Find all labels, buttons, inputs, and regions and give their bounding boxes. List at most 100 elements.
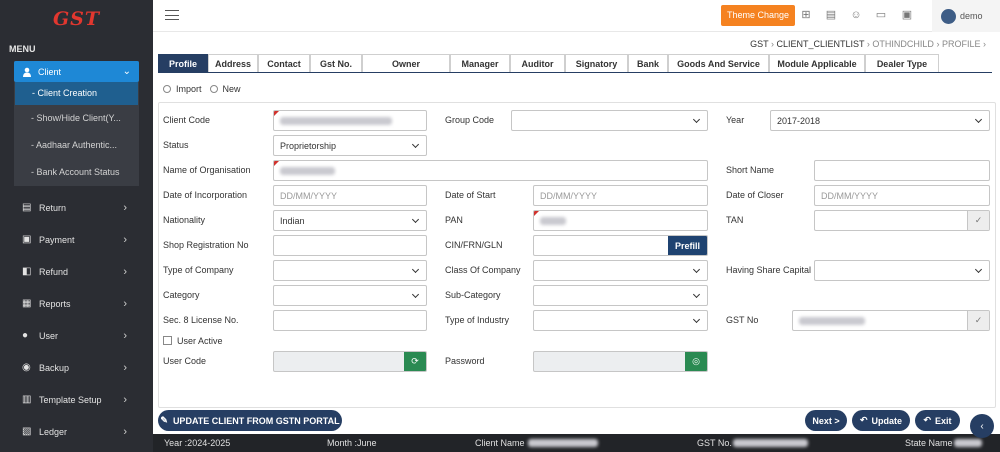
footer-year: Year :2024-2025 <box>164 438 231 448</box>
new-label: New <box>222 84 241 94</box>
client-code-field[interactable] <box>273 110 427 131</box>
sec8-license-field[interactable] <box>273 310 427 331</box>
tab-owner[interactable]: Owner <box>362 54 450 73</box>
company-class-select[interactable] <box>533 260 708 281</box>
incorporation-date-field[interactable]: DD/MM/YYYY <box>273 185 427 206</box>
shop-registration-field[interactable] <box>273 235 427 256</box>
user-name: demo <box>960 11 983 21</box>
tab-manager[interactable]: Manager <box>450 54 510 73</box>
sidebar-item-backup[interactable]: ◉ Backup › <box>0 352 153 384</box>
nationality-select[interactable]: Indian <box>273 210 427 231</box>
industry-type-label: Type of Industry <box>445 315 510 325</box>
breadcrumb-item[interactable]: GST <box>750 39 768 49</box>
pencil-icon: ✎ <box>160 415 168 425</box>
tab-auditor[interactable]: Auditor <box>510 54 565 73</box>
sidebar-subitem-aadhaar-authentication[interactable]: - Aadhaar Authentic... <box>14 132 139 159</box>
gst-no-field[interactable]: ✓ <box>792 310 990 331</box>
update-from-gstn-button[interactable]: ✎ UPDATE CLIENT FROM GSTN PORTAL <box>158 410 342 431</box>
menu-heading: MENU <box>9 44 36 54</box>
check-icon[interactable]: ✓ <box>967 311 989 330</box>
sidebar-item-return[interactable]: ▤ Return › <box>0 192 153 224</box>
sidebar-item-label: Refund <box>39 267 69 277</box>
user-code-field[interactable]: ⟳ <box>273 351 427 372</box>
sidebar-subitem-bank-account-status[interactable]: - Bank Account Status <box>14 159 139 186</box>
tab-dealer-type[interactable]: Dealer Type <box>865 54 939 73</box>
chevron-right-icon: › <box>123 266 127 278</box>
document-icon: ▤ <box>22 202 32 213</box>
sidebar-item-ledger[interactable]: ▧ Ledger › <box>0 416 153 448</box>
sidebar-item-template-setup[interactable]: ▥ Template Setup › <box>0 384 153 416</box>
gst-logo[interactable]: GST <box>0 0 153 38</box>
sidebar-item-user[interactable]: ● User › <box>0 320 153 352</box>
tab-bank[interactable]: Bank <box>628 54 668 73</box>
sidebar-item-reports[interactable]: ▦ Reports › <box>0 288 153 320</box>
short-name-field[interactable] <box>814 160 990 181</box>
chat-icon[interactable]: ▭ <box>875 9 887 21</box>
group-code-select[interactable] <box>511 110 708 131</box>
exit-button[interactable]: ↶ Exit <box>915 410 960 431</box>
tab-gst-no[interactable]: Gst No. <box>310 54 362 73</box>
year-select[interactable]: 2017-2018 <box>770 110 990 131</box>
category-select[interactable] <box>273 285 427 306</box>
start-date-field[interactable]: DD/MM/YYYY <box>533 185 708 206</box>
update-button[interactable]: ↶ Update <box>852 410 910 431</box>
collapse-button[interactable]: ‹ <box>970 414 994 438</box>
sidebar-item-refund[interactable]: ◧ Refund › <box>0 256 153 288</box>
documents-icon[interactable]: ▤ <box>825 9 837 21</box>
smiley-icon[interactable]: ☺ <box>850 9 862 21</box>
hamburger-icon[interactable] <box>165 10 179 20</box>
sidebar-item-payment[interactable]: ▣ Payment › <box>0 224 153 256</box>
tan-field[interactable]: ✓ <box>814 210 990 231</box>
share-capital-select[interactable] <box>814 260 990 281</box>
tab-contact[interactable]: Contact <box>258 54 310 73</box>
update-label: Update <box>871 415 903 426</box>
chevron-left-icon: ‹ <box>980 420 984 432</box>
chevron-right-icon: › <box>123 426 127 438</box>
check-icon[interactable]: ✓ <box>967 211 989 230</box>
tab-address[interactable]: Address <box>208 54 258 73</box>
tab-profile[interactable]: Profile <box>158 54 208 73</box>
closer-date-field[interactable]: DD/MM/YYYY <box>814 185 990 206</box>
update-from-gstn-label: UPDATE CLIENT FROM GSTN PORTAL <box>172 415 340 426</box>
theme-change-button[interactable]: Theme Change <box>721 5 795 26</box>
eye-slash-icon[interactable]: ◎ <box>685 352 707 371</box>
next-button[interactable]: Next > <box>805 410 847 431</box>
import-radio[interactable] <box>163 85 171 93</box>
footer-client-name-label: Client Name <box>475 438 525 448</box>
organisation-name-field[interactable] <box>273 160 708 181</box>
year-label: Year <box>726 115 745 125</box>
chevron-down-icon <box>692 290 701 299</box>
company-type-select[interactable] <box>273 260 427 281</box>
short-name-label: Short Name <box>726 165 775 175</box>
industry-type-select[interactable] <box>533 310 708 331</box>
status-select[interactable]: Proprietorship <box>273 135 427 156</box>
tan-label: TAN <box>726 215 744 225</box>
database-icon: ◉ <box>22 362 31 373</box>
logo-text: GST <box>52 8 101 30</box>
calendar-icon[interactable]: ▣ <box>901 9 913 21</box>
pan-field[interactable] <box>533 210 708 231</box>
pan-label: PAN <box>445 215 463 225</box>
grid-icon[interactable]: ⊞ <box>800 9 812 21</box>
user-menu[interactable]: demo <box>932 0 1000 32</box>
sidebar-subitem-client-creation[interactable]: - Client Creation <box>15 82 138 105</box>
cin-field[interactable]: Prefill <box>533 235 708 256</box>
sub-category-select[interactable] <box>533 285 708 306</box>
tab-module-applicable[interactable]: Module Applicable <box>769 54 865 73</box>
refresh-icon[interactable]: ⟳ <box>404 352 426 371</box>
new-radio[interactable] <box>209 85 218 93</box>
prefill-button[interactable]: Prefill <box>668 236 707 255</box>
sidebar-subitem-show-hide-client[interactable]: - Show/Hide Client(Y... <box>14 105 139 132</box>
sidebar-item-client[interactable]: Client ⌄ <box>14 61 139 82</box>
tab-signatory[interactable]: Signatory <box>565 54 628 73</box>
breadcrumb-item[interactable]: OTHINDCHILD <box>872 39 934 49</box>
organisation-name-label: Name of Organisation <box>163 165 251 175</box>
user-active-checkbox[interactable] <box>163 336 172 345</box>
redacted-value <box>733 439 808 447</box>
breadcrumb-item[interactable]: CLIENT_CLIENTLIST <box>777 39 865 49</box>
tab-goods-and-service[interactable]: Goods And Service <box>668 54 769 73</box>
nationality-label: Nationality <box>163 215 206 225</box>
chevron-right-icon: › <box>123 394 127 406</box>
sub-category-label: Sub-Category <box>445 290 501 300</box>
password-field[interactable]: ◎ <box>533 351 708 372</box>
